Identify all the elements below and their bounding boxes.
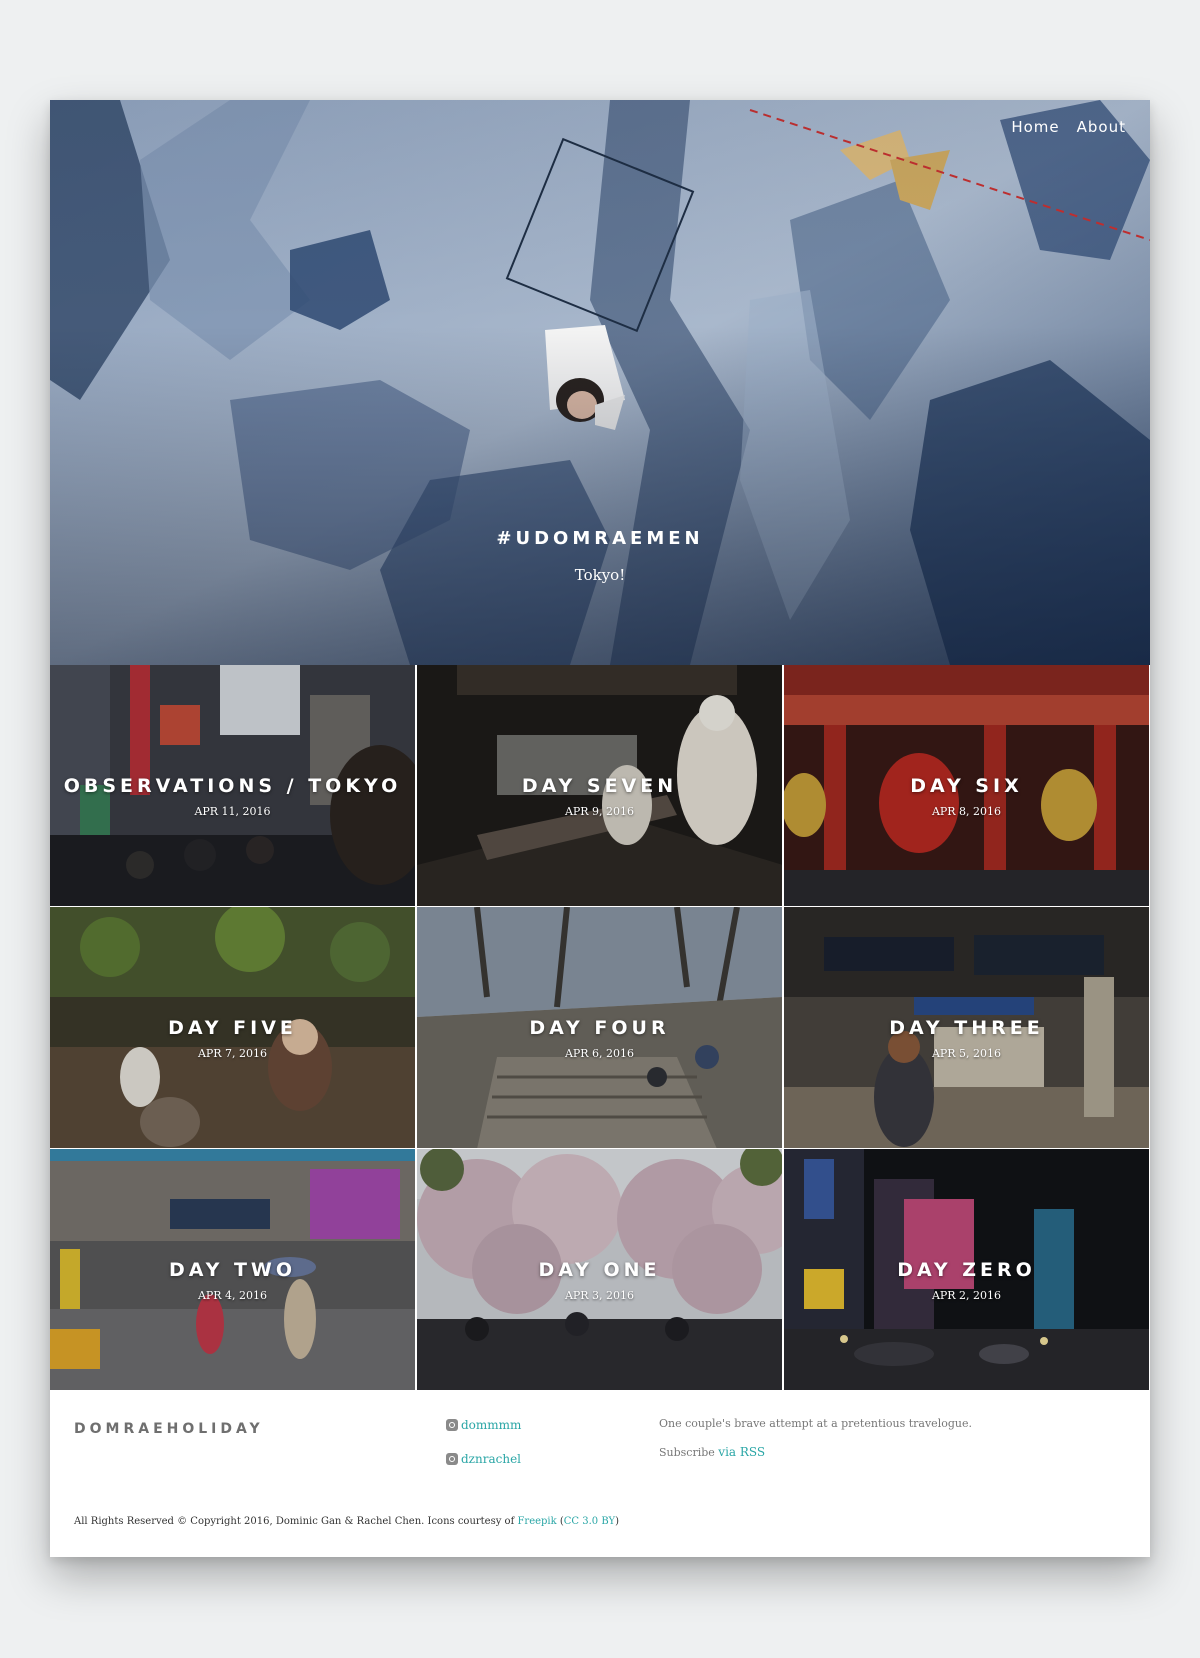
post-date: APR 7, 2016 [197,1047,268,1060]
post-title[interactable]: DAY ZERO [784,1259,1149,1281]
post-tile-day-two[interactable]: DAY TWO APR 4, 2016 [50,1149,416,1391]
instagram-icon [446,1419,458,1431]
license-link[interactable]: CC 3.0 BY [564,1516,615,1527]
hero-banner[interactable]: Home About #UDOMRAEMEN Tokyo! [50,100,1150,665]
post-date: APR 4, 2016 [197,1289,268,1302]
post-date: APR 2, 2016 [931,1289,1002,1302]
instagram-dommmm-link[interactable]: dommmm [461,1418,521,1432]
post-tile-day-zero[interactable]: DAY ZERO APR 2, 2016 [784,1149,1150,1391]
post-tile-day-five[interactable]: DAY FIVE APR 7, 2016 [50,907,416,1149]
post-date: APR 3, 2016 [564,1289,635,1302]
freepik-link[interactable]: Freepik [517,1516,556,1527]
post-tile-day-three[interactable]: DAY THREE APR 5, 2016 [784,907,1150,1149]
subscribe-prefix: Subscribe [659,1446,719,1459]
post-date: APR 6, 2016 [564,1047,635,1060]
paren-close: ) [615,1516,620,1527]
post-date: APR 11, 2016 [194,805,271,818]
page-card: Home About #UDOMRAEMEN Tokyo! OBSERVATIO… [50,100,1150,1557]
social-links: dommmm dznrachel [446,1417,521,1485]
post-title[interactable]: DAY TWO [50,1259,415,1281]
footer-about: One couple's brave attempt at a pretenti… [659,1417,972,1459]
site-footer: DOMRAEHOLIDAY dommmm dznrachel One coupl… [50,1391,1150,1557]
copyright-notice: All Rights Reserved © Copyright 2016, Do… [74,1516,619,1527]
hero-title: #UDOMRAEMEN [496,528,704,549]
post-grid: OBSERVATIONS / TOKYO APR 11, 2016 DAY SE… [50,665,1150,1391]
hero-subtitle: Tokyo! [574,566,626,584]
post-tile-day-six[interactable]: DAY SIX APR 8, 2016 [784,665,1150,907]
post-title[interactable]: DAY SIX [784,775,1149,797]
social-item: dommmm [446,1417,521,1433]
post-date: APR 9, 2016 [564,805,635,818]
post-tile-day-four[interactable]: DAY FOUR APR 6, 2016 [417,907,783,1149]
paren-open: ( [556,1516,564,1527]
post-tile-day-one[interactable]: DAY ONE APR 3, 2016 [417,1149,783,1391]
subscribe-line: Subscribe via RSS [659,1445,972,1459]
post-title[interactable]: DAY SEVEN [417,775,782,797]
post-date: APR 5, 2016 [931,1047,1002,1060]
post-tile-day-seven[interactable]: DAY SEVEN APR 9, 2016 [417,665,783,907]
social-item: dznrachel [446,1451,521,1467]
post-title[interactable]: DAY FIVE [50,1017,415,1039]
rss-link[interactable]: via RSS [718,1445,765,1459]
site-tagline: One couple's brave attempt at a pretenti… [659,1417,972,1430]
post-title[interactable]: OBSERVATIONS / TOKYO [50,775,415,797]
instagram-icon [446,1453,458,1465]
post-date: APR 8, 2016 [931,805,1002,818]
post-title[interactable]: DAY ONE [417,1259,782,1281]
top-nav: Home About [1011,118,1126,136]
post-tile-observations[interactable]: OBSERVATIONS / TOKYO APR 11, 2016 [50,665,416,907]
instagram-dznrachel-link[interactable]: dznrachel [461,1452,521,1466]
copyright-text: All Rights Reserved © Copyright 2016, Do… [74,1516,518,1527]
post-title[interactable]: DAY THREE [784,1017,1149,1039]
footer-brand[interactable]: DOMRAEHOLIDAY [74,1421,264,1437]
nav-home-link[interactable]: Home [1011,118,1059,136]
post-title[interactable]: DAY FOUR [417,1017,782,1039]
nav-about-link[interactable]: About [1077,118,1126,136]
